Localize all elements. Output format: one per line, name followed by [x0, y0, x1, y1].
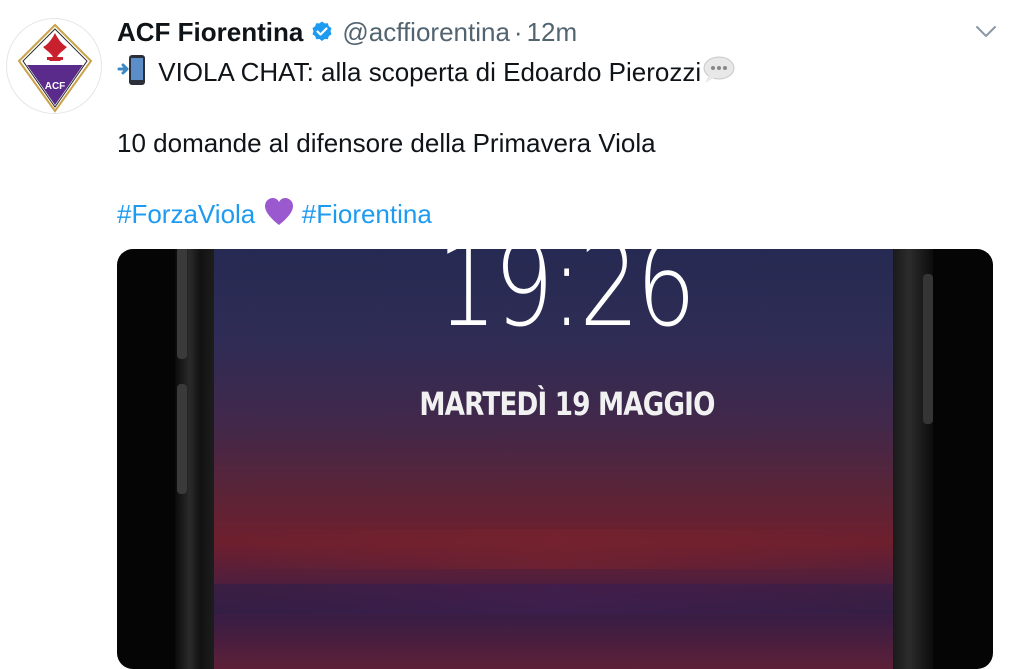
mobile-phone-arrow-icon [117, 53, 151, 95]
separator-dot: · [513, 16, 523, 47]
hashtag-fiorentina[interactable]: #Fiorentina [302, 199, 432, 229]
verified-badge-icon [310, 20, 334, 44]
speech-balloon-icon [701, 55, 735, 93]
tweet-media-video[interactable]: 19:26 MARTEDÌ 19 MAGGIO [117, 249, 993, 669]
tweet-text-title: VIOLA CHAT: alla scoperta di Edoardo Pie… [158, 56, 702, 87]
hashtag-forzaviola[interactable]: #ForzaViola [117, 199, 255, 229]
lockscreen-clock: 19:26 [437, 249, 696, 353]
tweet-hashtags: #ForzaViola #Fiorentina [117, 197, 432, 235]
phone-side-button [923, 274, 933, 424]
purple-heart-icon [263, 197, 295, 235]
sky-cloud-band [214, 529, 896, 569]
tweet-text-line-2: 10 domande al difensore della Primavera … [117, 128, 656, 158]
tweet-text-line-1: VIOLA CHAT: alla scoperta di Edoardo Pie… [117, 53, 735, 95]
phone-side-button [177, 249, 187, 359]
author-handle[interactable]: @acffiorentina [342, 17, 510, 48]
chevron-down-icon[interactable] [972, 20, 1000, 44]
phone-side-button [177, 384, 187, 494]
author-name[interactable]: ACF Fiorentina [117, 17, 303, 48]
lockscreen-date: MARTEDÌ 19 MAGGIO [419, 385, 715, 423]
avatar[interactable]: ACF [6, 18, 102, 114]
fiorentina-logo-icon: ACF [17, 23, 93, 113]
sky-cloud-band [214, 584, 896, 614]
tweet-timestamp[interactable]: 12m [527, 17, 578, 48]
logo-text: ACF [45, 81, 66, 92]
tweet-header: ACF Fiorentina @acffiorentina · 12m [117, 14, 577, 50]
